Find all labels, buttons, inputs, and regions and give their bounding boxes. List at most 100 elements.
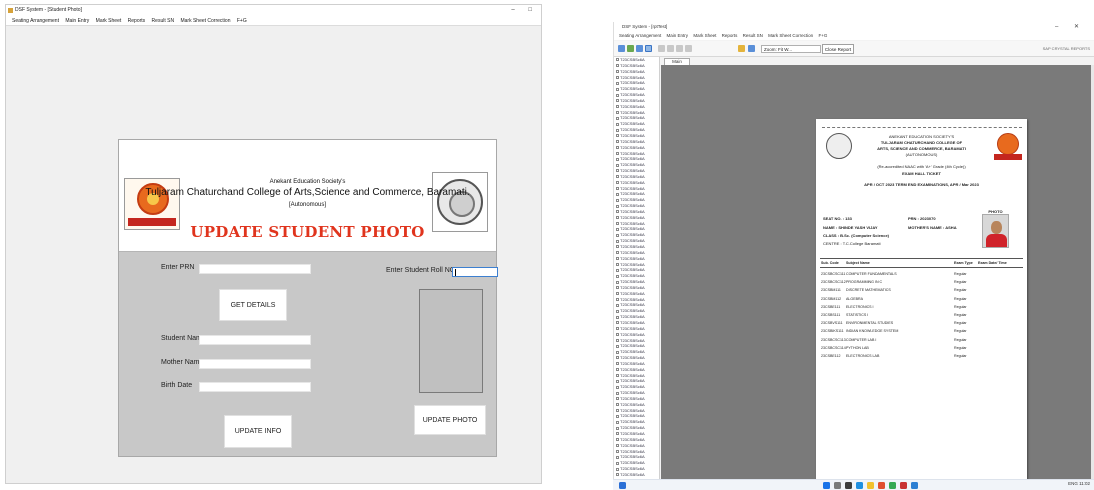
r-menu-main-entry[interactable]: Main Entry (667, 33, 689, 38)
tree-item[interactable]: T23CSBSc6A (614, 472, 659, 478)
expand-icon[interactable] (616, 239, 619, 243)
menu-result-sn[interactable]: Result SN (152, 18, 175, 24)
expand-icon[interactable] (616, 426, 619, 430)
close-report-button[interactable]: Close Report (822, 44, 854, 54)
expand-icon[interactable] (616, 438, 619, 442)
expand-icon[interactable] (616, 134, 619, 138)
expand-icon[interactable] (616, 420, 619, 424)
expand-icon[interactable] (616, 362, 619, 366)
expand-icon[interactable] (616, 157, 619, 161)
export-icon[interactable] (618, 45, 625, 52)
expand-icon[interactable] (616, 204, 619, 208)
search-icon[interactable] (834, 482, 841, 489)
update-info-button[interactable]: UPDATE INFO (224, 415, 292, 448)
menu-main-entry[interactable]: Main Entry (65, 18, 89, 24)
update-photo-button[interactable]: UPDATE PHOTO (414, 405, 486, 435)
next-page-icon[interactable] (676, 45, 683, 52)
expand-icon[interactable] (616, 187, 619, 190)
expand-icon[interactable] (616, 227, 619, 231)
expand-icon[interactable] (616, 151, 619, 155)
expand-icon[interactable] (616, 391, 619, 395)
expand-icon[interactable] (616, 233, 619, 237)
refresh-icon[interactable] (636, 45, 643, 52)
expand-icon[interactable] (616, 368, 619, 372)
toggle-tree-icon[interactable] (645, 45, 652, 52)
expand-icon[interactable] (616, 333, 619, 337)
expand-icon[interactable] (616, 146, 619, 150)
menu-fg[interactable]: F+G (237, 18, 247, 24)
expand-icon[interactable] (616, 99, 619, 103)
r-menu-reports[interactable]: Reports (722, 33, 738, 38)
expand-icon[interactable] (616, 64, 619, 68)
group-tree[interactable]: T23CSBSc6A T23CSBSc6A T23CSBSc6A T23CSBSc6A… (614, 57, 660, 480)
expand-icon[interactable] (616, 344, 619, 348)
expand-icon[interactable] (616, 327, 619, 331)
expand-icon[interactable] (616, 432, 619, 436)
prev-page-icon[interactable] (667, 45, 674, 52)
r-menu-result-sn[interactable]: Result SN (743, 33, 763, 38)
student-name-input[interactable] (199, 335, 311, 345)
roll-no-input[interactable] (452, 267, 498, 277)
expand-icon[interactable] (616, 75, 619, 79)
expand-icon[interactable] (616, 409, 619, 413)
expand-icon[interactable] (616, 198, 619, 202)
r-menu-seating-arrangement[interactable]: Seating Arrangement (619, 33, 661, 38)
r-menu-fg[interactable]: F+G (818, 33, 827, 38)
first-page-icon[interactable] (658, 45, 665, 52)
expand-icon[interactable] (616, 315, 619, 319)
expand-icon[interactable] (616, 385, 619, 389)
expand-icon[interactable] (616, 111, 619, 115)
start-icon[interactable] (823, 482, 830, 489)
expand-icon[interactable] (616, 397, 619, 401)
expand-icon[interactable] (616, 321, 619, 325)
left-window-controls[interactable]: – □ (511, 5, 538, 16)
expand-icon[interactable] (616, 292, 619, 296)
expand-icon[interactable] (616, 245, 619, 249)
expand-icon[interactable] (616, 280, 619, 284)
expand-icon[interactable] (616, 467, 619, 471)
birth-date-input[interactable] (199, 382, 311, 392)
chrome-icon[interactable] (889, 482, 896, 489)
expand-icon[interactable] (616, 93, 619, 97)
expand-icon[interactable] (616, 70, 619, 74)
expand-icon[interactable] (616, 169, 619, 173)
expand-icon[interactable] (616, 251, 619, 255)
prn-input[interactable] (199, 264, 311, 274)
expand-icon[interactable] (616, 350, 619, 354)
expand-icon[interactable] (616, 128, 619, 132)
expand-icon[interactable] (616, 262, 619, 266)
expand-icon[interactable] (616, 403, 619, 407)
zoom-select[interactable]: Zoom: Fit W... (761, 45, 821, 53)
expand-icon[interactable] (616, 356, 619, 360)
expand-icon[interactable] (616, 414, 619, 418)
expand-icon[interactable] (616, 449, 619, 453)
system-tray[interactable]: ENG 11:02 (1068, 481, 1090, 486)
tab-main-report[interactable]: Main Report (664, 58, 690, 70)
expand-icon[interactable] (616, 461, 619, 465)
zoom-icon[interactable] (748, 45, 755, 52)
expand-icon[interactable] (616, 257, 619, 261)
expand-icon[interactable] (616, 192, 619, 196)
expand-icon[interactable] (616, 268, 619, 272)
expand-icon[interactable] (616, 175, 619, 179)
expand-icon[interactable] (616, 274, 619, 278)
edge-icon[interactable] (911, 482, 918, 489)
widgets-icon[interactable] (619, 482, 626, 489)
expand-icon[interactable] (616, 216, 619, 220)
expand-icon[interactable] (616, 286, 619, 290)
chat-icon[interactable] (856, 482, 863, 489)
expand-icon[interactable] (616, 444, 619, 448)
expand-icon[interactable] (616, 338, 619, 342)
expand-icon[interactable] (616, 303, 619, 307)
expand-icon[interactable] (616, 163, 619, 167)
app-icon-2[interactable] (900, 482, 907, 489)
expand-icon[interactable] (616, 122, 619, 126)
mother-name-input[interactable] (199, 359, 311, 369)
right-window-controls[interactable]: – ✕ (1055, 22, 1086, 32)
expand-icon[interactable] (616, 455, 619, 459)
menu-mark-sheet-correction[interactable]: Mark Sheet Correction (180, 18, 230, 24)
r-menu-mark-sheet[interactable]: Mark Sheet (693, 33, 716, 38)
expand-icon[interactable] (616, 116, 619, 120)
expand-icon[interactable] (616, 181, 619, 185)
expand-icon[interactable] (616, 210, 619, 214)
